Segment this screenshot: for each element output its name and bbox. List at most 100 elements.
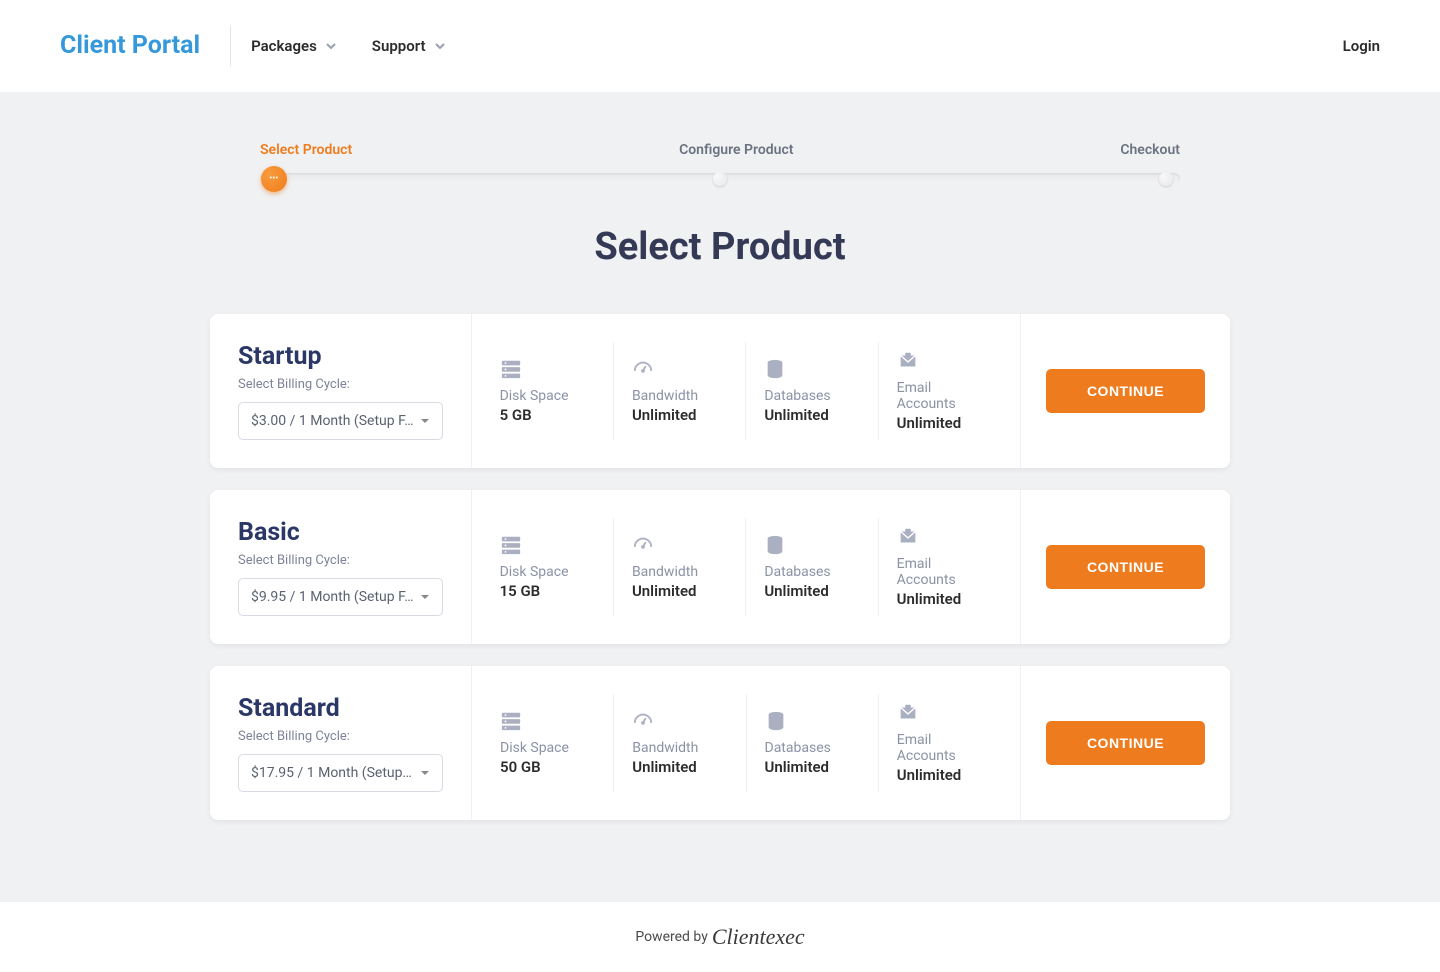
page-title: Select Product — [210, 225, 1230, 269]
login-link[interactable]: Login — [1343, 37, 1380, 55]
stepper: Select Product Configure Product Checkou… — [210, 142, 1230, 185]
envelope-icon — [897, 526, 919, 548]
product-card: Basic Select Billing Cycle: $9.95 / 1 Mo… — [210, 490, 1230, 644]
caret-down-icon — [420, 768, 430, 778]
feature-email-value: Unlimited — [897, 766, 992, 784]
feature-databases-label: Databases — [765, 740, 860, 756]
caret-down-icon — [420, 416, 430, 426]
product-card: Startup Select Billing Cycle: $3.00 / 1 … — [210, 314, 1230, 468]
feature-bandwidth-value: Unlimited — [632, 758, 727, 776]
database-icon — [765, 710, 787, 732]
feature-databases: Databases Unlimited — [747, 694, 879, 792]
step-label-3: Checkout — [1120, 142, 1180, 158]
feature-disk-label: Disk Space — [500, 388, 595, 404]
feature-bandwidth-label: Bandwidth — [632, 388, 727, 404]
server-icon — [500, 710, 522, 732]
billing-label: Select Billing Cycle: — [238, 553, 443, 568]
stepper-labels: Select Product Configure Product Checkou… — [260, 142, 1180, 158]
feature-disk-value: 15 GB — [500, 582, 595, 600]
product-left: Basic Select Billing Cycle: $9.95 / 1 Mo… — [210, 490, 472, 644]
feature-databases-value: Unlimited — [764, 406, 859, 424]
nav-menu: Packages Support — [251, 37, 445, 55]
feature-disk: Disk Space 5 GB — [482, 342, 614, 440]
step-label-1: Select Product — [260, 142, 352, 158]
chevron-down-icon — [325, 40, 337, 52]
gauge-icon — [632, 534, 654, 556]
billing-cycle-select[interactable]: $17.95 / 1 Month (Setup … — [238, 754, 443, 792]
feature-email: Email Accounts Unlimited — [879, 342, 1010, 440]
server-icon — [500, 534, 522, 556]
continue-button[interactable]: CONTINUE — [1046, 369, 1205, 413]
feature-disk: Disk Space 15 GB — [482, 518, 614, 616]
billing-selected-text: $9.95 / 1 Month (Setup F… — [251, 589, 414, 605]
product-title: Startup — [238, 342, 443, 371]
billing-cycle-select[interactable]: $9.95 / 1 Month (Setup F… — [238, 578, 443, 616]
feature-bandwidth-label: Bandwidth — [632, 564, 727, 580]
feature-databases: Databases Unlimited — [746, 342, 878, 440]
product-right: CONTINUE — [1020, 490, 1230, 644]
product-right: CONTINUE — [1020, 314, 1230, 468]
chevron-down-icon — [434, 40, 446, 52]
stepper-bar — [260, 173, 1180, 185]
feature-databases-label: Databases — [764, 388, 859, 404]
feature-email-label: Email Accounts — [897, 380, 992, 412]
feature-bandwidth-value: Unlimited — [632, 582, 727, 600]
feature-databases-value: Unlimited — [765, 758, 860, 776]
feature-email-label: Email Accounts — [897, 732, 992, 764]
step-dot-2[interactable] — [713, 172, 727, 186]
server-icon — [500, 358, 522, 380]
nav-packages-label: Packages — [251, 37, 317, 55]
product-left: Startup Select Billing Cycle: $3.00 / 1 … — [210, 314, 472, 468]
nav-support[interactable]: Support — [372, 37, 446, 55]
billing-label: Select Billing Cycle: — [238, 729, 443, 744]
step-label-2: Configure Product — [679, 142, 793, 158]
gauge-icon — [632, 358, 654, 380]
feature-email-value: Unlimited — [897, 414, 992, 432]
main: Select Product Configure Product Checkou… — [0, 92, 1440, 902]
logo[interactable]: Client Portal — [60, 26, 231, 66]
continue-button[interactable]: CONTINUE — [1046, 545, 1205, 589]
gauge-icon — [632, 710, 654, 732]
nav-support-label: Support — [372, 37, 426, 55]
nav-packages[interactable]: Packages — [251, 37, 337, 55]
billing-label: Select Billing Cycle: — [238, 377, 443, 392]
step-dot-1[interactable] — [261, 166, 287, 192]
feature-email-label: Email Accounts — [897, 556, 992, 588]
footer: Powered by Clientexec — [0, 902, 1440, 972]
product-title: Basic — [238, 518, 443, 547]
feature-disk-label: Disk Space — [500, 740, 595, 756]
product-title: Standard — [238, 694, 443, 723]
product-right: CONTINUE — [1020, 666, 1230, 820]
billing-cycle-select[interactable]: $3.00 / 1 Month (Setup F… — [238, 402, 443, 440]
caret-down-icon — [420, 592, 430, 602]
feature-bandwidth-label: Bandwidth — [632, 740, 727, 756]
step-dot-3[interactable] — [1159, 172, 1173, 186]
feature-disk: Disk Space 50 GB — [482, 694, 614, 792]
feature-disk-value: 5 GB — [500, 406, 595, 424]
powered-by-label: Powered by — [635, 929, 708, 945]
feature-bandwidth: Bandwidth Unlimited — [614, 342, 746, 440]
database-icon — [764, 534, 786, 556]
feature-bandwidth: Bandwidth Unlimited — [614, 518, 746, 616]
container: Select Product Configure Product Checkou… — [195, 142, 1245, 820]
envelope-icon — [897, 350, 919, 372]
products-list: Startup Select Billing Cycle: $3.00 / 1 … — [210, 314, 1230, 820]
feature-bandwidth-value: Unlimited — [632, 406, 727, 424]
footer-brand[interactable]: Clientexec — [712, 924, 805, 950]
feature-email: Email Accounts Unlimited — [879, 694, 1010, 792]
header: Client Portal Packages Support Login — [0, 0, 1440, 92]
feature-email-value: Unlimited — [897, 590, 992, 608]
feature-databases-label: Databases — [764, 564, 859, 580]
database-icon — [764, 358, 786, 380]
feature-databases: Databases Unlimited — [746, 518, 878, 616]
billing-selected-text: $3.00 / 1 Month (Setup F… — [251, 413, 414, 429]
feature-email: Email Accounts Unlimited — [879, 518, 1010, 616]
product-left: Standard Select Billing Cycle: $17.95 / … — [210, 666, 472, 820]
envelope-icon — [897, 702, 919, 724]
continue-button[interactable]: CONTINUE — [1046, 721, 1205, 765]
header-right: Login — [1343, 36, 1380, 55]
product-features: Disk Space 15 GB Bandwidth Unlimited Dat… — [472, 490, 1020, 644]
feature-disk-label: Disk Space — [500, 564, 595, 580]
feature-disk-value: 50 GB — [500, 758, 595, 776]
feature-bandwidth: Bandwidth Unlimited — [614, 694, 746, 792]
